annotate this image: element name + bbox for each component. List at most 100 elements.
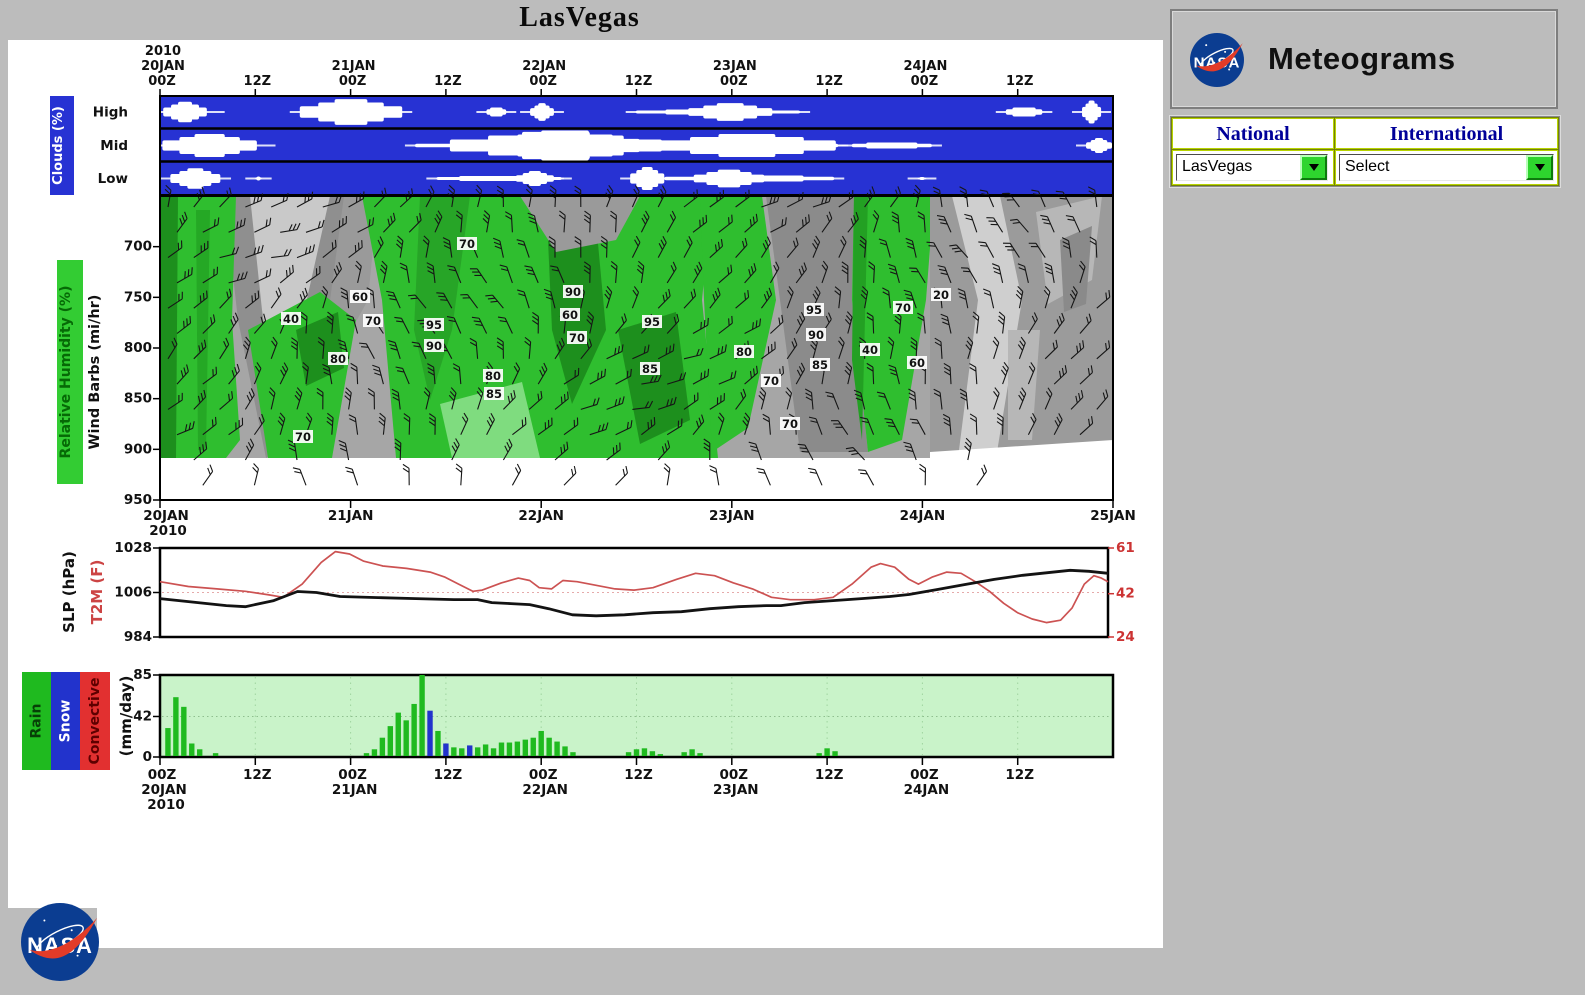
svg-text:900: 900 (124, 441, 152, 457)
svg-text:85: 85 (133, 667, 152, 683)
svg-text:1006: 1006 (114, 585, 152, 601)
svg-text:Wind Barbs (mi/hr): Wind Barbs (mi/hr) (87, 295, 103, 450)
svg-text:SLP (hPa): SLP (hPa) (60, 551, 78, 633)
nasa-logo-footer: NASA (21, 903, 99, 981)
svg-text:12Z: 12Z (1005, 767, 1034, 783)
svg-text:85: 85 (642, 362, 658, 376)
svg-text:40: 40 (283, 312, 299, 326)
svg-text:12Z: 12Z (625, 74, 653, 89)
svg-text:40: 40 (862, 343, 878, 357)
svg-text:2010: 2010 (149, 523, 187, 539)
svg-text:00Z: 00Z (720, 74, 748, 89)
svg-text:00Z: 00Z (339, 74, 367, 89)
svg-text:23JAN: 23JAN (709, 508, 755, 524)
humidity-panel: 700 750 800 850 900 950 70 60 40 70 95 90 80 80 85 70 90… (57, 184, 1136, 539)
svg-text:61: 61 (1116, 540, 1135, 556)
national-cell: LasVegas (1172, 150, 1334, 185)
svg-text:70: 70 (895, 301, 911, 315)
svg-text:Low: Low (98, 171, 128, 187)
svg-text:Convective: Convective (87, 678, 103, 765)
svg-text:20JAN: 20JAN (141, 59, 185, 74)
svg-text:70: 70 (763, 374, 779, 388)
svg-text:984: 984 (124, 629, 152, 645)
svg-text:24JAN: 24JAN (900, 508, 946, 524)
meteogram-panel: 2010 20JAN 00Z 12Z 21JAN 00Z 12Z 22JAN 00Z 12Z 23J… (8, 40, 1163, 908)
national-select[interactable]: LasVegas (1176, 154, 1328, 181)
svg-text:20JAN: 20JAN (141, 782, 187, 798)
svg-text:60: 60 (352, 290, 368, 304)
brand-title: Meteograms (1268, 41, 1456, 76)
svg-text:95: 95 (806, 303, 822, 317)
international-cell: Select (1335, 150, 1558, 185)
header-box: NASA Meteograms (1170, 9, 1558, 109)
svg-text:70: 70 (782, 417, 798, 431)
svg-text:90: 90 (426, 339, 442, 353)
svg-text:20JAN: 20JAN (143, 508, 189, 524)
svg-text:80: 80 (485, 369, 501, 383)
svg-text:Relative Humidity (%): Relative Humidity (%) (58, 286, 74, 459)
svg-text:12Z: 12Z (434, 74, 462, 89)
svg-text:00Z: 00Z (148, 767, 177, 783)
svg-text:Snow: Snow (58, 700, 74, 743)
svg-text:12Z: 12Z (243, 767, 272, 783)
svg-text:95: 95 (644, 315, 660, 329)
svg-text:00Z: 00Z (529, 767, 558, 783)
svg-text:12Z: 12Z (624, 767, 653, 783)
svg-text:24JAN: 24JAN (903, 59, 947, 74)
svg-text:12Z: 12Z (815, 74, 843, 89)
svg-text:70: 70 (365, 314, 381, 328)
svg-text:700: 700 (124, 239, 152, 255)
svg-text:60: 60 (562, 308, 578, 322)
dropdown-arrow-icon[interactable] (1300, 155, 1327, 180)
international-column-header: International (1335, 118, 1558, 149)
lower-white-strip (97, 908, 1163, 948)
dropdown-arrow-icon[interactable] (1526, 155, 1553, 180)
svg-text:90: 90 (808, 328, 824, 342)
svg-text:High: High (93, 105, 128, 121)
svg-text:Mid: Mid (100, 138, 128, 154)
time-axis: 201020JAN00Z 12Z21JAN00Z 12Z22JAN00Z 12Z23J… (141, 44, 1033, 96)
svg-text:95: 95 (426, 318, 442, 332)
svg-text:90: 90 (565, 285, 581, 299)
svg-text:80: 80 (736, 345, 752, 359)
svg-text:1028: 1028 (114, 540, 152, 556)
svg-text:23JAN: 23JAN (713, 59, 757, 74)
svg-text:22JAN: 22JAN (518, 508, 564, 524)
international-select-value: Select (1345, 158, 1390, 175)
meteogram-chart: 201020JAN00Z 12Z21JAN00Z 12Z22JAN00Z 12Z23J… (22, 44, 1136, 813)
national-select-value: LasVegas (1182, 158, 1253, 175)
svg-text:20: 20 (933, 288, 949, 302)
svg-text:12Z: 12Z (244, 74, 272, 89)
svg-text:00Z: 00Z (720, 767, 749, 783)
svg-text:950: 950 (124, 492, 152, 508)
svg-text:22JAN: 22JAN (522, 782, 568, 798)
svg-text:(mm/day): (mm/day) (117, 676, 135, 757)
svg-text:00Z: 00Z (338, 767, 367, 783)
page-title: LasVegas (519, 2, 640, 33)
svg-text:24: 24 (1116, 629, 1135, 645)
national-column-header: National (1172, 118, 1334, 149)
svg-text:60: 60 (909, 356, 925, 370)
svg-text:0: 0 (143, 749, 152, 765)
region-selector-table: National International LasVegas Select (1170, 116, 1560, 187)
svg-text:25JAN: 25JAN (1090, 508, 1136, 524)
svg-text:21JAN: 21JAN (332, 59, 376, 74)
svg-text:12Z: 12Z (815, 767, 844, 783)
svg-text:85: 85 (486, 387, 502, 401)
svg-text:850: 850 (124, 391, 152, 407)
svg-text:42: 42 (1116, 586, 1135, 602)
svg-text:70: 70 (295, 430, 311, 444)
svg-text:2010: 2010 (145, 44, 181, 59)
svg-text:70: 70 (569, 331, 585, 345)
svg-text:21JAN: 21JAN (328, 508, 374, 524)
svg-text:00Z: 00Z (148, 74, 176, 89)
svg-text:800: 800 (124, 340, 152, 356)
svg-text:22JAN: 22JAN (522, 59, 566, 74)
nasa-logo-icon: NASA (1190, 33, 1244, 87)
svg-text:70: 70 (459, 237, 475, 251)
international-select[interactable]: Select (1339, 154, 1554, 181)
down-triangle-icon (1534, 164, 1545, 171)
svg-text:T2M (F): T2M (F) (88, 560, 106, 625)
slp-t2m-panel: 1028 1006 984 61 42 24 SLP (hPa) T2M (F) (60, 540, 1135, 645)
svg-text:24JAN: 24JAN (904, 782, 950, 798)
